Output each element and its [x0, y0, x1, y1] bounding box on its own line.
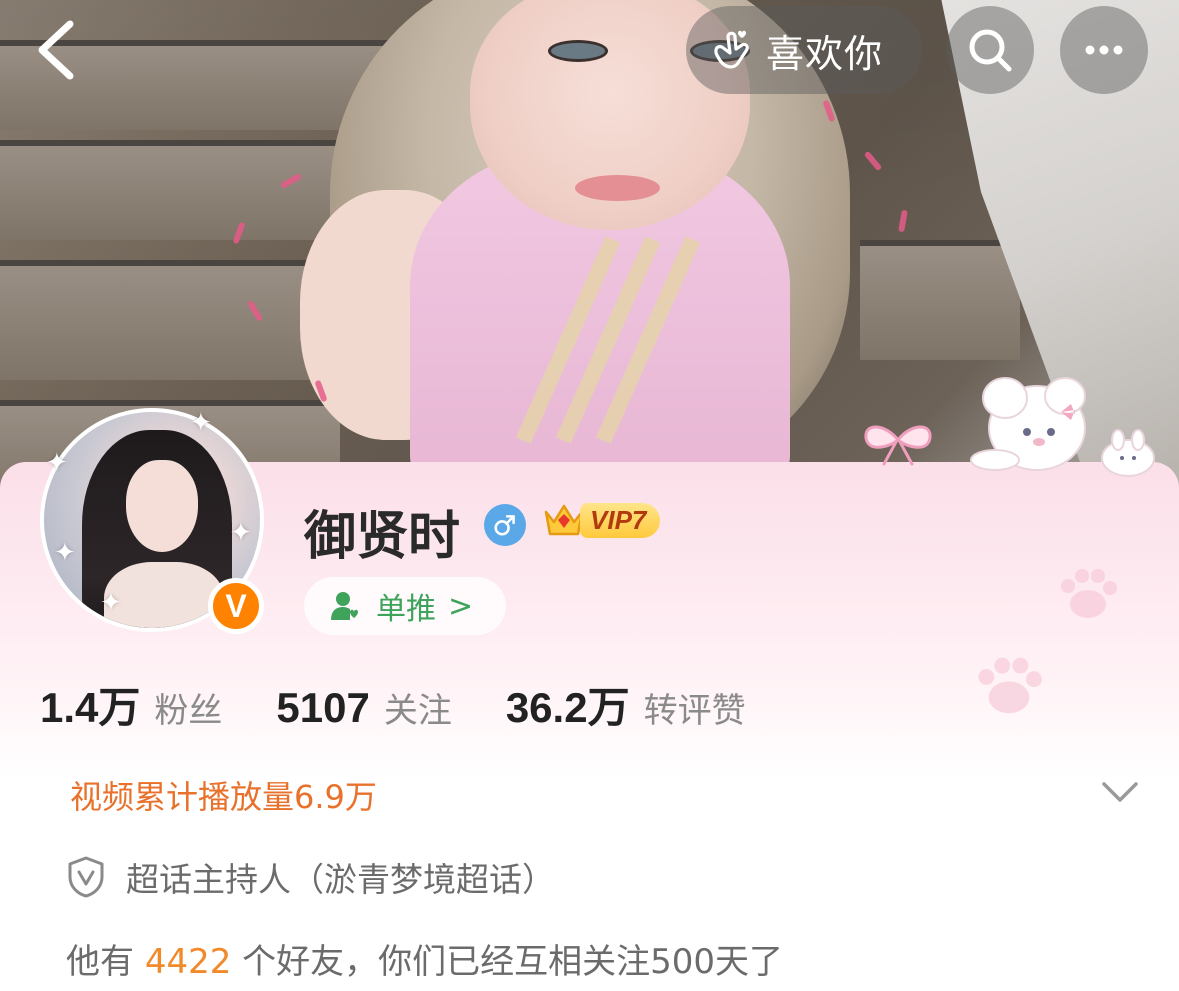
- paw-decoration: [1061, 569, 1117, 618]
- star-decoration: ✦: [230, 518, 252, 548]
- friends-prefix: 他有: [66, 942, 145, 982]
- star-decoration: ✦: [54, 538, 76, 568]
- stat-label: 粉丝: [154, 691, 223, 731]
- stat-value: 5107: [276, 684, 370, 731]
- male-icon: [494, 515, 515, 536]
- username: 御贤时: [304, 507, 461, 567]
- stat-followers[interactable]: 1.4万 粉丝: [40, 674, 222, 735]
- stat-label: 转评赞: [643, 691, 746, 731]
- search-icon: [969, 29, 1012, 72]
- avatar-face: [126, 460, 198, 552]
- photo-lips: [575, 175, 660, 201]
- vip-label: VIP7: [580, 502, 661, 538]
- chevron-down-icon[interactable]: [1098, 774, 1142, 810]
- fan-tag-button[interactable]: 单推 >: [304, 577, 506, 635]
- stat-label: 关注: [383, 691, 452, 731]
- host-label: 超话主持人（淤青梦境超话）: [126, 860, 555, 899]
- more-button[interactable]: [1060, 6, 1148, 94]
- stat-value: 36.2万: [505, 684, 630, 731]
- fan-tag-label: 单推: [376, 592, 436, 627]
- chevron-left-icon: [38, 20, 74, 80]
- video-play-count: 视频累计播放量6.9万: [70, 778, 377, 816]
- star-decoration: ✦: [100, 588, 122, 618]
- sparkle-decoration: [898, 209, 908, 233]
- small-bunny-decoration: [1101, 429, 1155, 477]
- stat-following[interactable]: 5107 关注: [276, 683, 451, 732]
- stats-row: 1.4万 粉丝 5107 关注 36.2万 转评赞: [40, 674, 800, 732]
- star-decoration: ✦: [190, 408, 212, 438]
- star-decoration: ✦: [46, 448, 68, 478]
- sparkle-decoration: [863, 150, 883, 172]
- bunny-decoration: [970, 377, 1086, 471]
- like-you-button[interactable]: 喜欢你: [686, 6, 922, 94]
- shield-icon: [68, 856, 104, 898]
- super-topic-host[interactable]: 超话主持人（淤青梦境超话）: [66, 853, 555, 901]
- vip-badge[interactable]: VIP7: [542, 496, 661, 544]
- back-button[interactable]: [30, 18, 90, 82]
- gender-badge: [484, 504, 526, 546]
- paw-decoration: [978, 657, 1042, 714]
- friends-count: 4422: [144, 942, 232, 982]
- verified-badge-icon: V: [208, 578, 264, 634]
- like-you-label: 喜欢你: [766, 31, 884, 76]
- avatar-body: [104, 562, 224, 628]
- finger-heart-icon: [714, 30, 749, 69]
- stat-value: 1.4万: [40, 684, 141, 731]
- photo-eye: [548, 40, 608, 62]
- bow-decoration: [864, 425, 932, 466]
- search-button[interactable]: [946, 6, 1034, 94]
- mutual-friends-text[interactable]: 他有 4422 个好友，你们已经互相关注500天了: [66, 934, 783, 983]
- stair-decoration: [860, 240, 1020, 360]
- stat-interactions[interactable]: 36.2万 转评赞: [506, 674, 746, 735]
- more-icon: [1085, 45, 1123, 55]
- user-heart-icon: [331, 592, 358, 620]
- chevron-right-icon: >: [448, 588, 474, 624]
- friends-suffix: 个好友，你们已经互相关注500天了: [231, 942, 784, 982]
